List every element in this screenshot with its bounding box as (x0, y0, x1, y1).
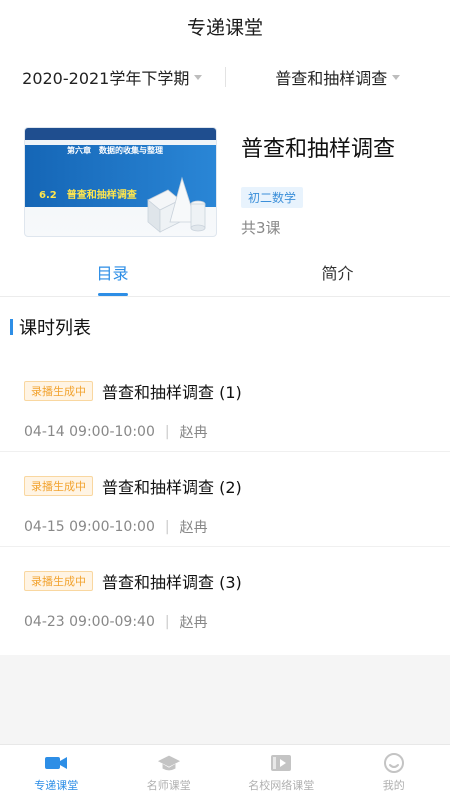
course-selector-label: 普查和抽样调查 (275, 69, 388, 88)
list-item[interactable]: 录播生成中 普查和抽样调查 (2) 04-15 09:00-10:00 | 赵冉 (0, 452, 450, 547)
smiley-face-icon (382, 752, 406, 774)
section-title: 课时列表 (19, 318, 91, 339)
lesson-teacher: 赵冉 (179, 425, 208, 441)
course-info: 普查和抽样调查 初二数学 共3课 (241, 127, 395, 247)
status-badge: 录播生成中 (24, 476, 93, 496)
video-camera-icon (44, 752, 68, 774)
nav-label: 我的 (382, 779, 405, 792)
lesson-title: 普查和抽样调查 (1) (102, 383, 242, 402)
tab-catalog[interactable]: 目录 (0, 247, 225, 296)
lesson-time: 04-14 09:00-10:00 (24, 424, 155, 440)
lesson-time: 04-23 09:00-09:40 (24, 614, 155, 630)
nav-label: 名校网络课堂 (248, 779, 315, 792)
nav-item-special-classroom[interactable]: 专递课堂 (0, 745, 113, 800)
list-item[interactable]: 录播生成中 普查和抽样调查 (1) 04-14 09:00-10:00 | 赵冉 (0, 357, 450, 452)
filter-bar: 2020-2021学年下学期 普查和抽样调查 (0, 52, 450, 102)
meta-divider: | (164, 519, 170, 535)
course-thumbnail: 第六章 数据的收集与整理 6.2 普查和抽样调查 (24, 127, 217, 237)
caret-down-icon (194, 74, 203, 80)
nav-label: 专递课堂 (34, 779, 79, 792)
lesson-teacher: 赵冉 (179, 615, 208, 631)
status-badge: 录播生成中 (24, 381, 93, 401)
meta-divider: | (164, 614, 170, 630)
section-header: 课时列表 (0, 297, 450, 357)
tab-bar: 目录 简介 (0, 247, 450, 297)
section-accent-bar (10, 319, 13, 335)
nav-item-famous-teacher[interactable]: 名师课堂 (113, 745, 226, 800)
course-card: 第六章 数据的收集与整理 6.2 普查和抽样调查 普查和抽样调查 初二数学 共3… (0, 102, 450, 247)
caret-down-icon (392, 74, 401, 80)
bottom-nav: 专递课堂 名师课堂 名校网络课堂 我的 (0, 744, 450, 800)
lesson-time: 04-15 09:00-10:00 (24, 519, 155, 535)
lesson-teacher: 赵冉 (179, 520, 208, 536)
page-title: 专递课堂 (186, 16, 263, 39)
lesson-title: 普查和抽样调查 (3) (102, 573, 242, 592)
nav-item-mine[interactable]: 我的 (338, 745, 450, 800)
app-header: 专递课堂 (0, 0, 450, 52)
geometric-shapes-illustration (147, 176, 206, 233)
status-badge: 录播生成中 (24, 571, 93, 591)
lesson-title: 普查和抽样调查 (2) (102, 478, 242, 497)
lesson-count: 共3课 (241, 219, 281, 237)
term-label: 2020-2021学年下学期 (22, 69, 190, 88)
list-item[interactable]: 录播生成中 普查和抽样调查 (3) 04-23 09:00-09:40 | 赵冉 (0, 547, 450, 642)
lesson-list: 录播生成中 普查和抽样调查 (1) 04-14 09:00-10:00 | 赵冉… (0, 357, 450, 642)
nav-item-school-network[interactable]: 名校网络课堂 (225, 745, 338, 800)
meta-divider: | (164, 424, 170, 440)
thumbnail-lesson-text: 6.2 普查和抽样调查 (39, 190, 137, 201)
course-title: 普查和抽样调查 (241, 137, 396, 162)
video-play-icon (269, 752, 293, 774)
nav-label: 名师课堂 (146, 779, 191, 792)
course-selector[interactable]: 普查和抽样调查 (226, 65, 450, 89)
term-selector[interactable]: 2020-2021学年下学期 (0, 65, 225, 89)
graduation-cap-icon (157, 752, 181, 774)
grade-tag: 初二数学 (241, 187, 304, 208)
tab-introduction[interactable]: 简介 (225, 247, 450, 296)
thumbnail-chapter-text: 第六章 数据的收集与整理 (67, 146, 163, 155)
empty-area (0, 655, 450, 744)
